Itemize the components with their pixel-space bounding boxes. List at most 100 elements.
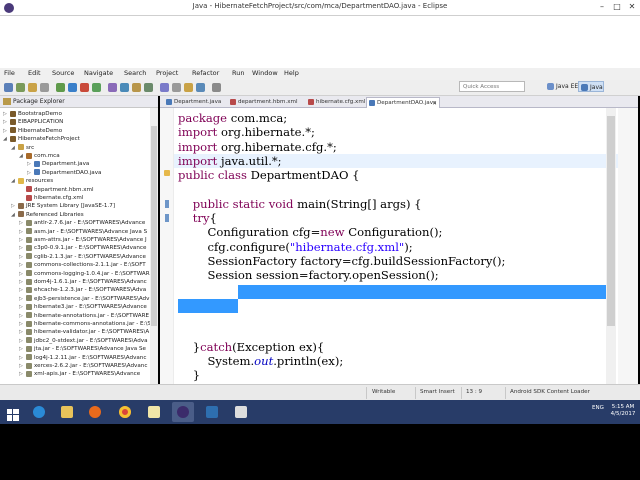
- start-button[interactable]: [2, 402, 24, 422]
- taskbar-database[interactable]: [201, 402, 223, 422]
- perspective-java[interactable]: Java: [578, 81, 604, 92]
- tree-item[interactable]: ◢ Referenced Libraries: [11, 211, 84, 219]
- tree-expander-icon[interactable]: ▷: [19, 303, 26, 311]
- tree-item[interactable]: ▷ DepartmentDAO.java: [27, 169, 101, 177]
- tree-expander-icon[interactable]: ▷: [19, 370, 26, 378]
- tree-expander-icon[interactable]: ▷: [19, 286, 26, 294]
- tree-item[interactable]: ▷ ehcache-1.2.3.jar - E:\SOFTWARES\Adva: [19, 286, 146, 294]
- new-java-icon[interactable]: [120, 83, 129, 92]
- close-tab-icon[interactable]: ×: [432, 98, 437, 109]
- taskbar-file-explorer[interactable]: [56, 402, 78, 422]
- taskbar-clock[interactable]: 5:15 AM 4/5/2017: [606, 404, 640, 418]
- open-type-icon[interactable]: [160, 83, 169, 92]
- tree-item[interactable]: ◢ resources: [11, 177, 53, 185]
- tree-item[interactable]: ▷ jta.jar - E:\SOFTWARES\Advance Java Se: [19, 345, 146, 353]
- debug-icon[interactable]: [56, 83, 65, 92]
- tree-expander-icon[interactable]: ▷: [3, 127, 10, 135]
- menu-file[interactable]: File: [4, 69, 15, 77]
- new-package-icon[interactable]: [132, 83, 141, 92]
- tree-expander-icon[interactable]: ▷: [19, 320, 26, 328]
- taskbar-eclipse[interactable]: [172, 402, 194, 422]
- editor-tab[interactable]: DepartmentDAO.java ×: [366, 97, 440, 108]
- tree-expander-icon[interactable]: ▷: [19, 337, 26, 345]
- taskbar-firefox[interactable]: [84, 402, 106, 422]
- tree-item[interactable]: ▷ xerces-2.6.2.jar - E:\SOFTWARES\Advanc: [19, 362, 147, 370]
- tree-item[interactable]: ▷ Department.java: [27, 160, 89, 168]
- tree-item[interactable]: ▷ jdbc2_0-stdext.jar - E:\SOFTWARES\Adva: [19, 337, 148, 345]
- tree-item[interactable]: ▷ cglib-2.1.3.jar - E:\SOFTWARES\Advance: [19, 253, 146, 261]
- tree-item[interactable]: ◢ com.mca: [19, 152, 60, 160]
- run-icon[interactable]: [68, 83, 77, 92]
- tree-expander-icon[interactable]: ▷: [19, 228, 26, 236]
- taskbar-chrome[interactable]: [114, 402, 136, 422]
- tree-item[interactable]: ▷ commons-collections-2.1.1.jar - E:\SOFT: [19, 261, 146, 269]
- menu-source[interactable]: Source: [52, 69, 74, 77]
- close-button[interactable]: ✕: [626, 2, 638, 12]
- tree-item[interactable]: ◢ HibernateFetchProject: [3, 135, 80, 143]
- fold-marker-icon[interactable]: [165, 200, 169, 208]
- menu-search[interactable]: Search: [124, 69, 146, 77]
- save-icon[interactable]: [16, 83, 25, 92]
- tree-expander-icon[interactable]: ▷: [19, 295, 26, 303]
- menu-run[interactable]: Run: [232, 69, 244, 77]
- tree-item[interactable]: ▷ hibernate3.jar - E:\SOFTWARES\Advance: [19, 303, 147, 311]
- forward-icon[interactable]: [212, 83, 221, 92]
- package-explorer-scroll-thumb[interactable]: [151, 126, 157, 326]
- minimize-button[interactable]: –: [596, 2, 608, 12]
- maximize-button[interactable]: □: [611, 2, 623, 12]
- tree-item[interactable]: ▷ asm.jar - E:\SOFTWARES\Advance Java S: [19, 228, 147, 236]
- tree-expander-icon[interactable]: ▷: [3, 110, 10, 118]
- new-icon[interactable]: [4, 83, 13, 92]
- tree-expander-icon[interactable]: ◢: [11, 211, 18, 219]
- tree-item[interactable]: ▷ antlr-2.7.6.jar - E:\SOFTWARES\Advance: [19, 219, 145, 227]
- tree-expander-icon[interactable]: ▷: [27, 169, 34, 177]
- editor-tab[interactable]: department.hbm.xml: [228, 97, 304, 108]
- fold-marker-icon[interactable]: [165, 214, 169, 222]
- tree-expander-icon[interactable]: ▷: [19, 244, 26, 252]
- menu-window[interactable]: Window: [252, 69, 278, 77]
- tree-expander-icon[interactable]: ▷: [19, 354, 26, 362]
- tray-language[interactable]: ENG: [592, 405, 604, 411]
- tree-expander-icon[interactable]: ◢: [19, 152, 26, 160]
- tree-expander-icon[interactable]: ▷: [3, 118, 10, 126]
- editor-scroll-thumb[interactable]: [607, 116, 615, 326]
- tree-expander-icon[interactable]: ▷: [19, 219, 26, 227]
- editor-tab[interactable]: Department.java: [164, 97, 226, 108]
- taskbar-internet-explorer[interactable]: [28, 402, 50, 422]
- menu-project[interactable]: Project: [156, 69, 178, 77]
- menu-help[interactable]: Help: [284, 69, 299, 77]
- tree-item[interactable]: ▷ HibernateDemo: [3, 127, 62, 135]
- tree-item[interactable]: ▷ dom4j-1.6.1.jar - E:\SOFTWARES\Advanc: [19, 278, 147, 286]
- tree-expander-icon[interactable]: ▷: [11, 202, 18, 210]
- tree-expander-icon[interactable]: ▷: [19, 345, 26, 353]
- tree-expander-icon[interactable]: ▷: [19, 236, 26, 244]
- perspective-java-ee[interactable]: Java EE: [545, 81, 578, 92]
- tree-item[interactable]: ▷ hibernate-annotations.jar - E:\SOFTWARE: [19, 312, 149, 320]
- menu-navigate[interactable]: Navigate: [84, 69, 113, 77]
- settings-icon[interactable]: [40, 83, 49, 92]
- tree-item[interactable]: ▷ hibernate-commons-annotations.jar - E:\…: [19, 320, 151, 328]
- tree-item[interactable]: ▷ asm-attrs.jar - E:\SOFTWARES\Advance J: [19, 236, 147, 244]
- tree-expander-icon[interactable]: ▷: [19, 253, 26, 261]
- tree-item[interactable]: ▷ hibernate-validator.jar - E:\SOFTWARES\…: [19, 328, 149, 336]
- tree-expander-icon[interactable]: ◢: [11, 144, 18, 152]
- run-config-icon[interactable]: [92, 83, 101, 92]
- tree-expander-icon[interactable]: ▷: [19, 278, 26, 286]
- tree-expander-icon[interactable]: ▷: [19, 362, 26, 370]
- tree-item[interactable]: ▷ BootstrapDemo: [3, 110, 62, 118]
- tree-item[interactable]: ▷ EIBAPPLICATION: [3, 118, 63, 126]
- new-class-icon[interactable]: [144, 83, 153, 92]
- back-icon[interactable]: [196, 83, 205, 92]
- tree-expander-icon[interactable]: ▷: [19, 328, 26, 336]
- tree-expander-icon[interactable]: ◢: [11, 177, 18, 185]
- tree-item[interactable]: ▷ c3p0-0.9.1.jar - E:\SOFTWARES\Advance: [19, 244, 146, 252]
- tree-item[interactable]: ▷ log4j-1.2.11.jar - E:\SOFTWARES\Advanc: [19, 354, 146, 362]
- taskbar-notes[interactable]: [143, 402, 165, 422]
- menu-edit[interactable]: Edit: [28, 69, 41, 77]
- taskbar-recorder[interactable]: [230, 402, 252, 422]
- editor-tab[interactable]: hibernate.cfg.xml: [306, 97, 365, 108]
- tree-item[interactable]: ▷ ejb3-persistence.jar - E:\SOFTWARES\Adv: [19, 295, 149, 303]
- tree-expander-icon[interactable]: ▷: [19, 312, 26, 320]
- quick-access-input[interactable]: Quick Access: [459, 81, 525, 92]
- tree-expander-icon[interactable]: ◢: [3, 135, 10, 143]
